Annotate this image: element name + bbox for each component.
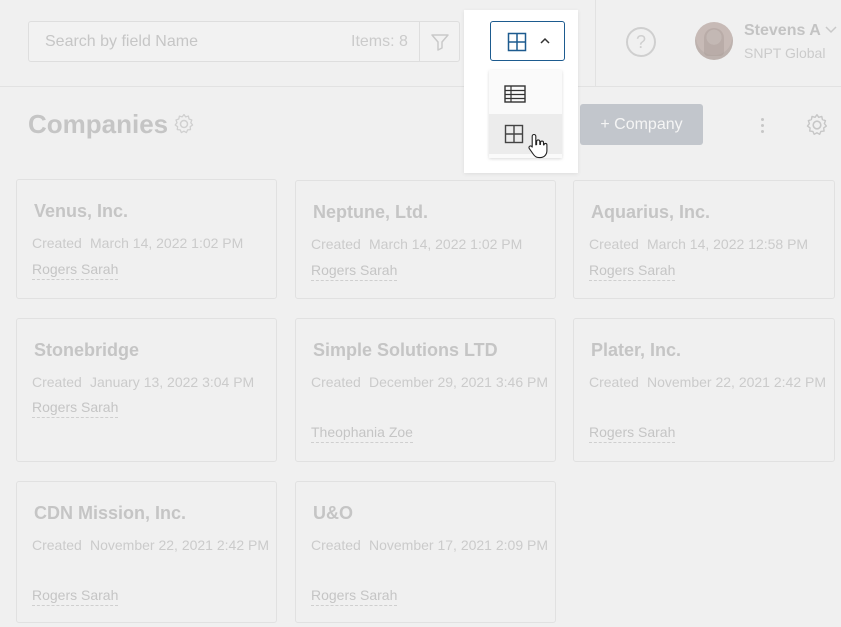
top-bar: Items: 8 ? Stevens A SNPT Global (0, 0, 841, 87)
filter-icon (431, 33, 449, 51)
help-icon[interactable]: ? (626, 27, 656, 57)
created-label: Created (32, 374, 82, 390)
created-date: March 14, 2022 1:02 PM (369, 236, 523, 252)
company-card[interactable]: Simple Solutions LTD Created December 29… (295, 318, 556, 462)
chevron-down-icon[interactable] (824, 24, 838, 36)
created-date: March 14, 2022 12:58 PM (647, 236, 809, 252)
grid-view-icon (504, 124, 524, 144)
owner-link[interactable]: Rogers Sarah (311, 262, 398, 281)
created-date: December 29, 2021 3:46 PM (369, 374, 548, 390)
view-switcher-menu (489, 70, 562, 158)
chevron-up-icon (540, 37, 550, 44)
company-card[interactable]: CDN Mission, Inc. Created November 22, 2… (16, 481, 277, 623)
gear-icon[interactable] (172, 112, 196, 136)
grid-view-icon (507, 32, 527, 52)
created-label: Created (32, 537, 82, 553)
created-label: Created (589, 236, 639, 252)
table-view-icon (504, 85, 526, 103)
owner-link[interactable]: Rogers Sarah (589, 262, 676, 281)
more-options-icon[interactable] (752, 112, 772, 138)
created-label: Created (311, 374, 361, 390)
add-company-button[interactable]: + Company (580, 104, 703, 145)
owner-link[interactable]: Rogers Sarah (311, 587, 398, 606)
company-card[interactable]: Aquarius, Inc. Created March 14, 2022 12… (573, 180, 835, 299)
search-box: Items: 8 (28, 21, 460, 62)
settings-gear-icon[interactable] (804, 112, 830, 138)
created-label: Created (589, 374, 639, 390)
company-card[interactable]: Neptune, Ltd. Created March 14, 2022 1:0… (295, 180, 556, 299)
created-date: March 14, 2022 1:02 PM (90, 235, 244, 251)
owner-link[interactable]: Rogers Sarah (32, 587, 119, 606)
company-name[interactable]: Venus, Inc. (34, 201, 128, 222)
created-date: November 22, 2021 2:42 PM (90, 537, 269, 553)
company-name[interactable]: Stonebridge (34, 340, 139, 361)
created-label: Created (311, 236, 361, 252)
company-name[interactable]: Aquarius, Inc. (591, 202, 710, 223)
company-name[interactable]: CDN Mission, Inc. (34, 503, 186, 524)
company-card[interactable]: Venus, Inc. Created March 14, 2022 1:02 … (16, 179, 277, 299)
table-view-option[interactable] (489, 74, 562, 114)
owner-link[interactable]: Rogers Sarah (32, 261, 119, 280)
view-switcher-button[interactable] (490, 21, 565, 61)
company-name[interactable]: Neptune, Ltd. (313, 202, 428, 223)
company-card[interactable]: Stonebridge Created January 13, 2022 3:0… (16, 318, 277, 462)
created-date: November 22, 2021 2:42 PM (647, 374, 826, 390)
grid-view-option[interactable] (489, 114, 562, 154)
owner-link[interactable]: Theophania Zoe (311, 424, 413, 443)
created-label: Created (311, 537, 361, 553)
filter-button[interactable] (419, 22, 460, 61)
company-name[interactable]: U&O (313, 503, 353, 524)
owner-link[interactable]: Rogers Sarah (589, 424, 676, 443)
user-name[interactable]: Stevens A (744, 22, 821, 40)
created-label: Created (32, 235, 82, 251)
created-date: January 13, 2022 3:04 PM (90, 374, 255, 390)
header-divider (595, 0, 596, 87)
company-card[interactable]: Plater, Inc. Created November 22, 2021 2… (573, 318, 835, 462)
items-count: Items: 8 (351, 33, 408, 50)
company-card[interactable]: U&O Created November 17, 2021 2:09 PM Ro… (295, 481, 556, 623)
company-name[interactable]: Simple Solutions LTD (313, 340, 498, 361)
avatar[interactable] (695, 22, 733, 60)
page-title: Companies (28, 109, 169, 139)
user-org: SNPT Global (744, 45, 826, 61)
search-input[interactable] (29, 22, 349, 61)
created-date: November 17, 2021 2:09 PM (369, 537, 548, 553)
owner-link[interactable]: Rogers Sarah (32, 399, 119, 418)
company-name[interactable]: Plater, Inc. (591, 340, 681, 361)
